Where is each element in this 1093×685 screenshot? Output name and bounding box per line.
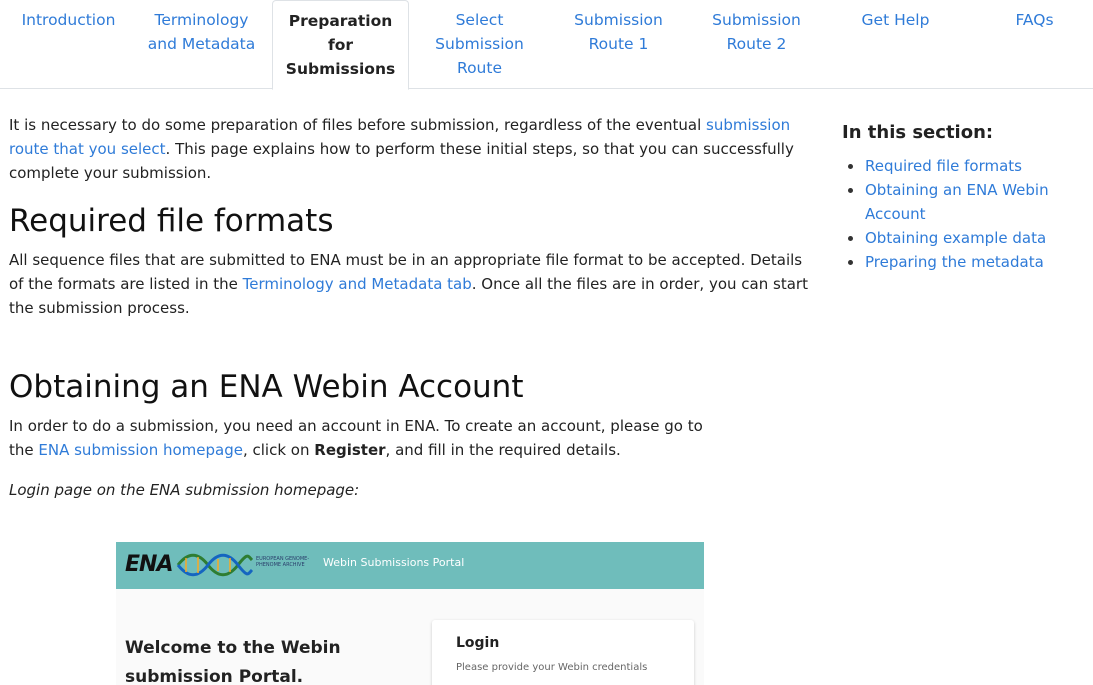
ena-homepage-link[interactable]: ENA submission homepage	[38, 441, 243, 459]
webin-text-mid: , click on	[242, 441, 315, 459]
tab-label: for	[327, 36, 354, 54]
tab-label: Preparation	[288, 12, 393, 30]
toc-title: In this section:	[842, 122, 994, 143]
intro-text: It is necessary to do some preparation o…	[9, 116, 707, 134]
toc-item: Obtaining an ENA Webin Account	[848, 178, 1082, 226]
tab-submission-route-1[interactable]: Submission Route 1	[550, 0, 687, 56]
tab-introduction[interactable]: Introduction	[0, 0, 137, 32]
section-toc: In this section: Required file formats O…	[842, 120, 1082, 274]
login-card: Login Please provide your Webin credenti…	[432, 620, 694, 685]
tab-label: Introduction	[21, 11, 116, 29]
tab-label: Submission	[574, 11, 663, 29]
welcome-text: Welcome to the Webin submission Portal.	[125, 638, 341, 685]
toc-link-webin-account[interactable]: Obtaining an ENA Webin Account	[865, 181, 1049, 223]
tab-label: Terminology	[154, 11, 249, 29]
screenshot-caption: Login page on the ENA submission homepag…	[9, 481, 360, 499]
toc-link-preparing-metadata[interactable]: Preparing the metadata	[865, 253, 1044, 271]
tab-label: Select	[455, 11, 504, 29]
toc-list: Required file formats Obtaining an ENA W…	[842, 154, 1082, 274]
portal-title: Webin Submissions Portal	[323, 556, 465, 569]
tab-label: Submission	[435, 35, 524, 53]
tab-faqs[interactable]: FAQs	[966, 0, 1093, 32]
toc-link-required-file-formats[interactable]: Required file formats	[865, 157, 1022, 175]
toc-item: Required file formats	[848, 154, 1082, 178]
formats-paragraph: All sequence files that are submitted to…	[9, 248, 809, 320]
login-page-screenshot: ENA EUROPEAN GENOME-PHENOME ARCHIVE Webi…	[116, 542, 704, 685]
tab-terminology-and-metadata[interactable]: Terminology and Metadata	[133, 0, 270, 56]
tab-submission-route-2[interactable]: Submission Route 2	[688, 0, 825, 56]
tab-label: FAQs	[1015, 11, 1054, 29]
webin-paragraph: In order to do a submission, you need an…	[9, 414, 709, 462]
tab-label: Submission	[712, 11, 801, 29]
tab-label: Route 1	[588, 35, 649, 53]
register-label: Register	[314, 441, 386, 459]
tab-label: and Metadata	[147, 35, 256, 53]
section-tabs: Introduction Terminology and Metadata Pre…	[0, 0, 1093, 90]
tab-label: Get Help	[861, 11, 930, 29]
webin-text-end: , and fill in the required details.	[385, 441, 621, 459]
tab-label: Route	[457, 59, 502, 77]
ega-logo-text: EUROPEAN GENOME-PHENOME ARCHIVE	[256, 556, 310, 568]
portal-header-bar: ENA EUROPEAN GENOME-PHENOME ARCHIVE Webi…	[116, 542, 704, 589]
terminology-tab-link[interactable]: Terminology and Metadata tab	[243, 275, 472, 293]
heading-required-file-formats: Required file formats	[9, 203, 334, 239]
tab-get-help[interactable]: Get Help	[827, 0, 964, 32]
toc-item: Obtaining example data	[848, 226, 1082, 250]
tab-select-submission-route[interactable]: Select Submission Route	[411, 0, 548, 80]
heading-webin-account: Obtaining an ENA Webin Account	[9, 369, 524, 405]
toc-link-example-data[interactable]: Obtaining example data	[865, 229, 1046, 247]
login-subtitle: Please provide your Webin credentials	[456, 662, 648, 673]
dna-helix-icon	[176, 553, 254, 577]
login-title: Login	[456, 635, 500, 651]
tab-label: Route 2	[726, 35, 787, 53]
toc-item: Preparing the metadata	[848, 250, 1082, 274]
tab-preparation-for-submissions[interactable]: Preparation for Submissions	[272, 0, 409, 90]
tab-label: Submissions	[285, 60, 396, 78]
intro-paragraph: It is necessary to do some preparation o…	[9, 113, 809, 185]
ena-logo: ENA	[125, 552, 173, 577]
